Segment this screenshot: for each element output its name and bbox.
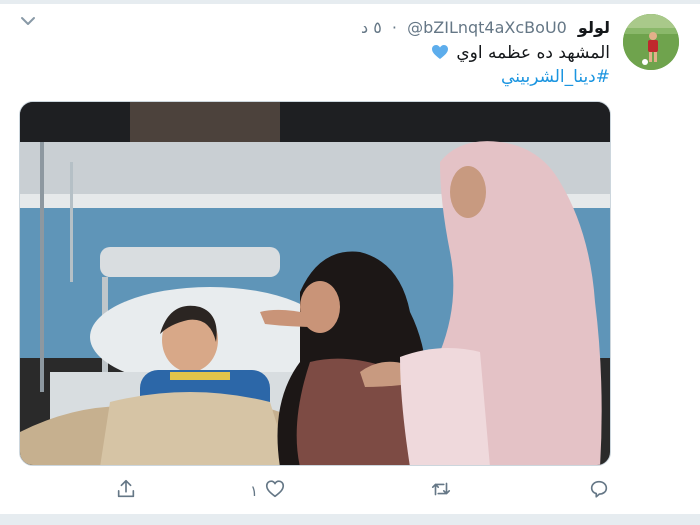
- separator-dot: ·: [391, 18, 398, 37]
- tweet-text: المشهد ده عظمه اوي: [456, 43, 610, 63]
- reply-button[interactable]: [588, 478, 610, 504]
- divider: [0, 514, 700, 525]
- user-handle[interactable]: @bZILnqt4aXcBoU0: [407, 18, 567, 37]
- chevron-down-icon[interactable]: [18, 14, 38, 30]
- share-icon: [115, 478, 137, 504]
- tweet-text-line: المشهد ده عظمه اوي: [431, 42, 610, 64]
- share-button[interactable]: [115, 478, 137, 504]
- media-image[interactable]: [19, 101, 611, 466]
- tweet-card[interactable]: لولو @bZILnqt4aXcBoU0 · ٥ د المشهد ده عظ…: [0, 0, 700, 525]
- tweet-actions: ١: [0, 478, 700, 506]
- retweet-icon: [430, 478, 452, 504]
- display-name[interactable]: لولو: [578, 18, 610, 37]
- divider: [0, 0, 700, 4]
- hashtag-link[interactable]: #دينا_الشربيني: [501, 66, 610, 88]
- retweet-button[interactable]: [430, 478, 452, 504]
- tweet-header: لولو @bZILnqt4aXcBoU0 · ٥ د: [361, 18, 610, 38]
- like-count: ١: [250, 482, 259, 500]
- heart-icon: [264, 478, 286, 504]
- timestamp[interactable]: ٥ د: [361, 18, 382, 37]
- like-button[interactable]: ١: [250, 478, 286, 504]
- avatar[interactable]: [623, 14, 679, 70]
- reply-icon: [588, 478, 610, 504]
- blue-heart-emoji-icon: [431, 44, 449, 60]
